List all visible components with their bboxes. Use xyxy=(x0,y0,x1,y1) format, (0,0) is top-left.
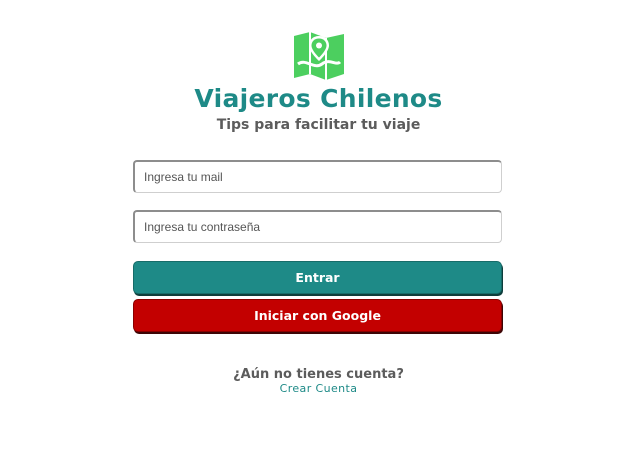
app-subtitle: Tips para facilitar tu viaje xyxy=(216,117,421,133)
email-field[interactable] xyxy=(133,160,502,193)
map-pin-icon xyxy=(294,32,344,80)
app-title: Viajeros Chilenos xyxy=(194,84,443,113)
no-account-prompt: ¿Aún no tienes cuenta? xyxy=(233,367,404,382)
google-signin-button[interactable]: Iniciar con Google xyxy=(133,299,502,332)
password-field[interactable] xyxy=(133,210,502,243)
login-page: Viajeros Chilenos Tips para facilitar tu… xyxy=(0,0,637,468)
enter-button[interactable]: Entrar xyxy=(133,261,502,294)
create-account-link[interactable]: Crear Cuenta xyxy=(0,382,637,395)
